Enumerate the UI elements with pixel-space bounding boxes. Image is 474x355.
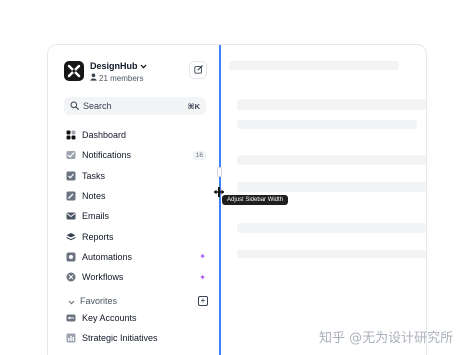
skeleton-bar (237, 99, 426, 110)
dashboard-icon (66, 130, 76, 140)
sidebar: DesignHub 21 members Search ⌘K Dashboard… (48, 45, 219, 355)
skeleton-bar (237, 155, 426, 165)
chart-icon (66, 333, 76, 343)
skeleton-bar (237, 223, 426, 233)
main-nav: Dashboard Notifications 16 Tasks Notes E… (66, 125, 206, 287)
user-icon (90, 73, 97, 83)
favorites-header[interactable]: Favorites + (68, 294, 208, 308)
sidebar-item-emails[interactable]: Emails (66, 206, 206, 226)
resize-tooltip: Adjust Sidebar Width (222, 195, 289, 205)
watermark: 知乎 @无为设计研究所 (319, 331, 454, 346)
sidebar-item-label: Notifications (82, 150, 132, 161)
note-icon (66, 191, 76, 201)
workspace-name: DesignHub (90, 61, 138, 71)
mail-icon (66, 211, 76, 221)
member-count-label: 21 members (99, 73, 144, 83)
workflow-icon (66, 272, 76, 282)
check-square-icon (66, 171, 76, 181)
compose-button[interactable] (189, 61, 207, 79)
key-icon (66, 313, 76, 323)
sidebar-item-label: Workflows (82, 272, 124, 283)
sidebar-item-label: Emails (82, 211, 110, 222)
sidebar-item-tasks[interactable]: Tasks (66, 166, 206, 186)
skeleton-bar (229, 61, 399, 70)
stack-icon (66, 232, 76, 242)
favorites-list: Key Accounts Strategic Initiatives (66, 308, 206, 349)
favorite-item-strategic-initiatives[interactable]: Strategic Initiatives (66, 328, 206, 348)
automation-icon (66, 252, 76, 262)
search-placeholder: Search (83, 101, 112, 111)
favorites-label: Favorites (80, 296, 118, 306)
workspace-switcher[interactable]: DesignHub 21 members (64, 61, 204, 83)
search-icon (70, 97, 79, 115)
sidebar-item-dashboard[interactable]: Dashboard (66, 125, 206, 145)
workspace-name-row[interactable]: DesignHub (90, 61, 147, 71)
edit-icon (193, 61, 203, 79)
sidebar-item-label: Automations (82, 251, 133, 262)
search-bar[interactable]: Search ⌘K (64, 97, 206, 115)
sidebar-item-label: Reports (82, 231, 114, 242)
plus-icon: + (200, 296, 206, 305)
workspace-logo (64, 61, 84, 81)
sidebar-item-notes[interactable]: Notes (66, 186, 206, 206)
sparkle-icon: ✦ (199, 272, 206, 282)
sidebar-item-label: Dashboard (82, 130, 127, 141)
sparkle-icon: ✦ (199, 252, 206, 262)
sidebar-item-workflows[interactable]: Workflows ✦ (66, 267, 206, 287)
sidebar-item-reports[interactable]: Reports (66, 226, 206, 246)
member-count: 21 members (90, 73, 143, 83)
favorite-item-label: Key Accounts (82, 313, 137, 324)
skeleton-bar (237, 250, 426, 258)
sidebar-item-label: Notes (82, 191, 106, 202)
add-favorite-button[interactable]: + (198, 296, 208, 306)
favorite-item-key-accounts[interactable]: Key Accounts (66, 308, 206, 328)
bell-icon (66, 150, 76, 160)
skeleton-bar (237, 120, 417, 129)
sidebar-item-label: Tasks (82, 170, 106, 181)
search-shortcut: ⌘K (187, 101, 200, 111)
chevron-down-icon (140, 61, 147, 71)
skeleton-bar (237, 182, 426, 192)
sidebar-item-notifications[interactable]: Notifications 16 (66, 145, 206, 165)
favorite-item-label: Strategic Initiatives (82, 333, 158, 344)
notification-count-badge: 16 (192, 150, 206, 160)
sidebar-item-automations[interactable]: Automations ✦ (66, 247, 206, 267)
